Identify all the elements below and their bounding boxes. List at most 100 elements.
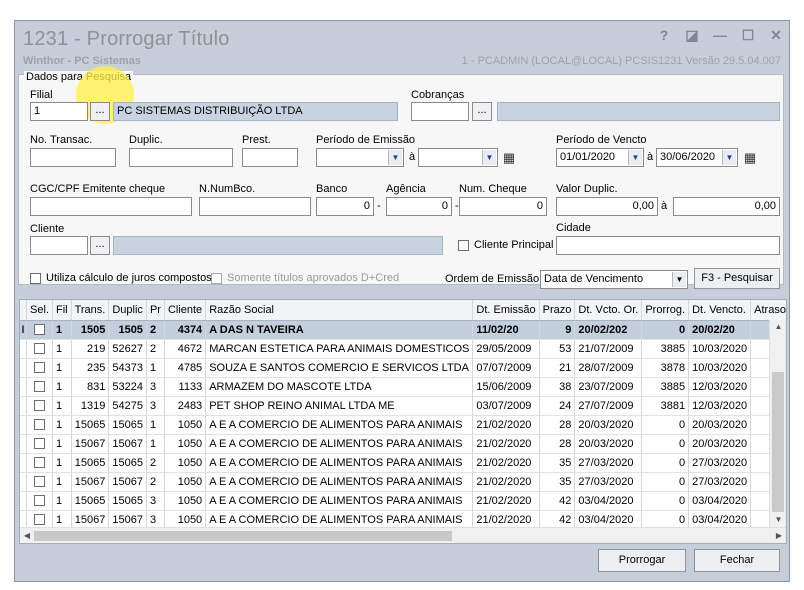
cliente-input[interactable]	[30, 236, 88, 255]
valor-separator: à	[661, 200, 668, 212]
row-select-checkbox[interactable]	[33, 343, 45, 355]
emissao-to-date[interactable]: ▼	[418, 148, 498, 167]
pesquisar-button[interactable]: F3 - Pesquisar	[694, 268, 780, 289]
table-row[interactable]: 1 235 54373 1 4785 SOUZA E SANTOS COMERCIO E …	[20, 358, 786, 378]
agencia-input[interactable]: 0	[386, 197, 452, 216]
row-select-checkbox[interactable]	[33, 400, 45, 412]
row-select-checkbox[interactable]	[33, 495, 45, 507]
row-select-cell[interactable]	[26, 396, 53, 416]
column-header[interactable]: Dt. Emissão	[472, 300, 540, 321]
aprovados-checkbox[interactable]	[211, 273, 222, 284]
scroll-left-icon[interactable]: ◀	[20, 528, 34, 543]
chevron-down-icon[interactable]: ▼	[482, 150, 496, 165]
ordem-select[interactable]: Data de Vencimento ▼	[540, 270, 688, 289]
vencto-from-date[interactable]: 01/01/2020 ▼	[556, 148, 644, 167]
maximize-icon[interactable]: ☐	[741, 27, 755, 43]
cliente-label: Cliente	[30, 223, 65, 235]
chevron-down-icon[interactable]: ▼	[628, 150, 642, 165]
table-row[interactable]: 1 15067 15067 2 1050 A E A COMERCIO DE ALIMEN…	[20, 472, 786, 492]
row-select-checkbox[interactable]	[33, 324, 45, 336]
row-select-checkbox[interactable]	[33, 381, 45, 393]
row-select-checkbox[interactable]	[33, 438, 45, 450]
vencto-separator: à	[647, 151, 654, 163]
restore-layout-icon[interactable]: ◪	[685, 27, 699, 43]
cobrancas-lookup-button[interactable]: ...	[472, 102, 492, 121]
scroll-right-icon[interactable]: ▶	[772, 528, 786, 543]
cliente-principal-checkbox[interactable]	[458, 240, 469, 251]
no-transac-input[interactable]	[30, 148, 116, 167]
nnumbco-input[interactable]	[199, 197, 311, 216]
juros-compostos-checkbox[interactable]	[30, 273, 41, 284]
column-header[interactable]: Trans.	[71, 300, 110, 321]
duplic-input[interactable]	[129, 148, 233, 167]
num-cheque-input[interactable]: 0	[459, 197, 547, 216]
table-row[interactable]: 1 831 53224 3 1133 ARMAZEM DO MASCOTE LTDA 15/…	[20, 377, 786, 397]
cobrancas-input[interactable]	[411, 102, 469, 121]
chevron-down-icon[interactable]: ▼	[722, 150, 736, 165]
scroll-up-icon[interactable]: ▲	[770, 320, 786, 334]
column-header[interactable]: Prorrog.	[641, 300, 690, 321]
column-header[interactable]: Pr	[146, 300, 165, 321]
cidade-input[interactable]	[556, 236, 780, 255]
banco-input[interactable]: 0	[316, 197, 374, 216]
column-header[interactable]: Fil	[52, 300, 72, 321]
fechar-button[interactable]: Fechar	[694, 549, 780, 572]
calendar-icon[interactable]: ▦	[742, 148, 758, 167]
emissao-from-date[interactable]: ▼	[316, 148, 404, 167]
row-select-cell[interactable]	[26, 434, 53, 454]
row-select-cell[interactable]	[26, 339, 53, 359]
row-select-checkbox[interactable]	[33, 514, 45, 526]
row-select-checkbox[interactable]	[33, 476, 45, 488]
column-header[interactable]: Cliente	[164, 300, 207, 321]
table-row[interactable]: 1 15067 15067 1 1050 A E A COMERCIO DE ALIMEN…	[20, 434, 786, 454]
row-select-checkbox[interactable]	[33, 457, 45, 469]
help-icon[interactable]: ?	[657, 27, 671, 43]
row-select-cell[interactable]	[26, 415, 53, 435]
chevron-down-icon[interactable]: ▼	[672, 272, 686, 287]
valor-from-input[interactable]: 0,00	[556, 197, 658, 216]
vencto-to-date[interactable]: 30/06/2020 ▼	[656, 148, 738, 167]
filial-lookup-button[interactable]: ...	[90, 102, 110, 121]
horizontal-scroll-thumb[interactable]	[34, 531, 452, 541]
filial-input[interactable]: 1	[30, 102, 88, 121]
cgc-input[interactable]	[30, 197, 192, 216]
column-header[interactable]: Duplic	[108, 300, 147, 321]
table-row[interactable]: I 1 1505 1505 2 4374 A DAS N TAVEIRA 11/02/20 9 2…	[20, 320, 786, 340]
valor-to-input[interactable]: 0,00	[673, 197, 780, 216]
table-cell: 1050	[164, 434, 207, 454]
row-select-cell[interactable]	[26, 377, 53, 397]
column-header[interactable]: Sel.	[26, 300, 53, 321]
minimize-icon[interactable]: —	[713, 27, 727, 43]
table-row[interactable]: 1 219 52627 2 4672 MARCAN ESTETICA PARA ANIMA…	[20, 339, 786, 359]
column-header[interactable]: Prazo	[539, 300, 576, 321]
horizontal-scrollbar[interactable]: ◀ ▶	[20, 527, 786, 543]
table-row[interactable]: 1 15065 15065 2 1050 A E A COMERCIO DE ALIMEN…	[20, 453, 786, 473]
column-header[interactable]: Dt. Vencto.	[688, 300, 752, 321]
window-subtitle: Winthor - PC Sistemas	[23, 55, 141, 67]
calendar-icon[interactable]: ▦	[501, 148, 517, 167]
cliente-lookup-button[interactable]: ...	[90, 236, 110, 255]
row-select-cell[interactable]	[26, 472, 53, 492]
table-row[interactable]: 1 1319 54275 3 2483 PET SHOP REINO ANIMAL LTD…	[20, 396, 786, 416]
prorrogar-button[interactable]: Prorrogar	[598, 549, 686, 572]
close-icon[interactable]: ✕	[769, 27, 783, 43]
row-select-cell[interactable]	[26, 358, 53, 378]
table-row[interactable]: 1 15065 15065 1 1050 A E A COMERCIO DE ALIMEN…	[20, 415, 786, 435]
vertical-scroll-thumb[interactable]	[772, 372, 784, 512]
row-select-cell[interactable]	[26, 320, 53, 340]
table-cell: 35	[539, 453, 576, 473]
prest-input[interactable]	[242, 148, 298, 167]
column-header[interactable]: Dt. Vcto. Or.	[574, 300, 643, 321]
row-select-cell[interactable]	[26, 453, 53, 473]
column-header[interactable]: Atraso	[750, 300, 786, 321]
vertical-scrollbar[interactable]: ▲ ▼	[769, 320, 786, 527]
table-cell: 4672	[164, 339, 207, 359]
scroll-down-icon[interactable]: ▼	[770, 513, 786, 527]
column-header[interactable]: Razão Social	[205, 300, 474, 321]
table-cell: 0	[641, 320, 690, 340]
row-select-checkbox[interactable]	[33, 419, 45, 431]
table-row[interactable]: 1 15065 15065 3 1050 A E A COMERCIO DE ALIMEN…	[20, 491, 786, 511]
chevron-down-icon[interactable]: ▼	[388, 150, 402, 165]
row-select-checkbox[interactable]	[33, 362, 45, 374]
row-select-cell[interactable]	[26, 491, 53, 511]
